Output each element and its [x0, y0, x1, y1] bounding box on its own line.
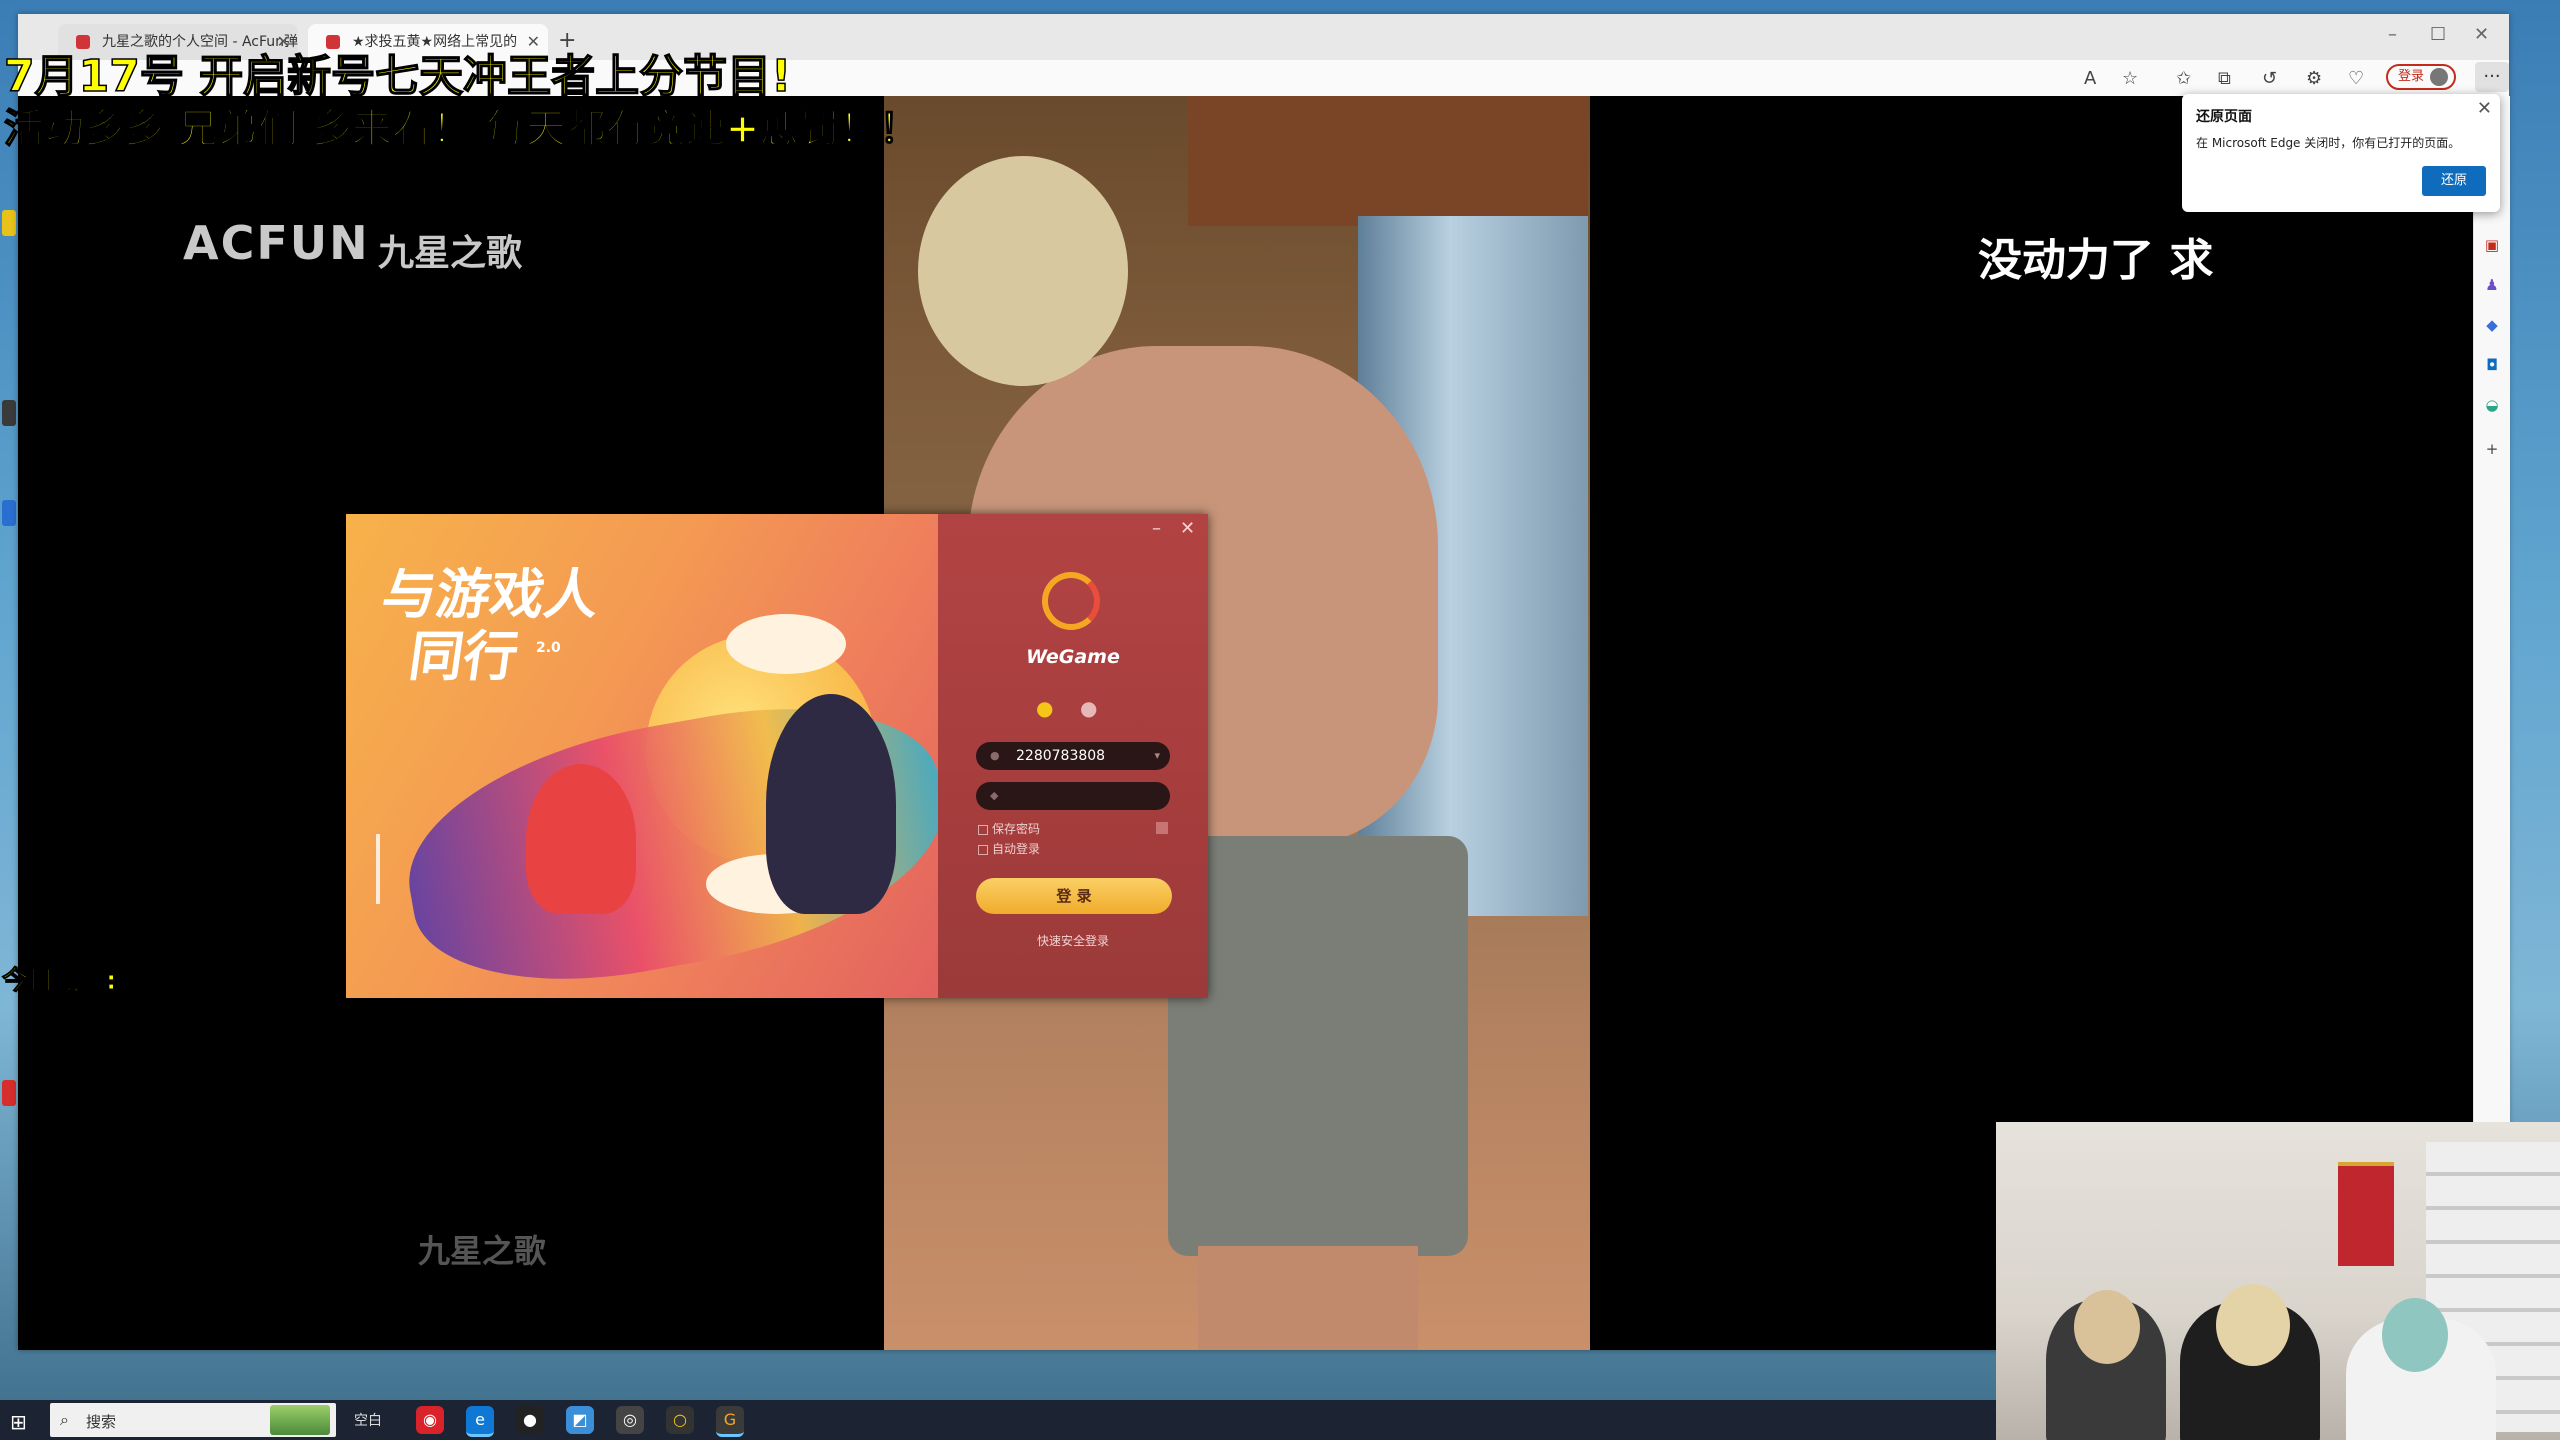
office-icon[interactable]: ◆: [2483, 316, 2501, 334]
extensions-icon[interactable]: ⚙: [2306, 68, 2322, 89]
chevron-down-icon[interactable]: ▾: [1154, 742, 1160, 770]
close-icon[interactable]: ✕: [2477, 98, 2492, 119]
login-button[interactable]: 登 录: [976, 878, 1172, 914]
desktop-shortcut-icon[interactable]: [2, 400, 16, 426]
checkbox-label: 自动登录: [992, 842, 1041, 856]
wegame-login-panel: – ✕ WeGame ● ● ● 2280783808 ▾ ◆ 保存密码 自动登…: [938, 514, 1208, 998]
steam-icon[interactable]: ◎: [616, 1406, 644, 1434]
desktop-shortcut-icon[interactable]: [2, 500, 16, 526]
close-icon[interactable]: ✕: [1180, 518, 1195, 539]
acfun-logo: ACFUN: [183, 216, 370, 270]
outlook-icon[interactable]: ◘: [2483, 356, 2501, 374]
slogan-line: 同行: [405, 625, 523, 688]
user-icon: ●: [990, 749, 1000, 762]
desktop-shortcut-icon[interactable]: [2, 1080, 16, 1106]
windows-start-icon[interactable]: ⊞: [10, 1410, 27, 1434]
streamer-head: [2216, 1284, 2290, 1366]
checkbox-icon: [978, 844, 988, 855]
favorites-icon[interactable]: ✩: [2176, 68, 2191, 89]
video-scene: [1188, 96, 1588, 226]
webcam-overlay: [1996, 1122, 2560, 1440]
streamer-head: [2382, 1298, 2448, 1372]
video-person: [918, 156, 1128, 386]
desktop-shortcut-icon[interactable]: [2, 210, 16, 236]
video-person: [1198, 1246, 1418, 1350]
search-icon: ⌕: [60, 1410, 69, 1429]
login-label: 登录: [2398, 69, 2425, 84]
collections-icon[interactable]: ⧉: [2218, 68, 2231, 89]
more-menu-button[interactable]: ···: [2475, 62, 2509, 92]
wegame-brand: WeGame: [1026, 646, 1120, 668]
search-highlight-image: [270, 1405, 330, 1435]
account-value: 2280783808: [1016, 748, 1106, 764]
maximize-icon[interactable]: ☐: [2430, 24, 2446, 45]
wegame-taskbar-icon[interactable]: G: [716, 1406, 744, 1437]
browser-essentials-icon[interactable]: ♡: [2348, 68, 2364, 89]
taskbar: ⊞ ⌕ 搜索 空白 ◉ e ● ◩ ◎ ○ G: [0, 1400, 1996, 1440]
drop-icon[interactable]: ◒: [2483, 396, 2501, 414]
restore-pages-popup: 还原页面 在 Microsoft Edge 关闭时，你有已打开的页面。 ✕ 还原: [2182, 94, 2500, 212]
wegame-logo-icon: [1042, 572, 1100, 630]
quick-login-link[interactable]: 快速安全登录: [938, 932, 1208, 949]
art-character: [526, 764, 636, 914]
wegame-login-window: 与游戏人 同行 2.0 – ✕ WeGame ● ● ● 2280783808 …: [346, 514, 1208, 998]
wegame-artwork: 与游戏人 同行 2.0: [346, 514, 938, 998]
streamer-head: [2074, 1290, 2140, 1364]
shopping-icon[interactable]: ▣: [2483, 236, 2501, 254]
art-character: [766, 694, 896, 914]
checkbox-icon: [978, 824, 988, 835]
today-stats-label: 今日战绩:: [1, 966, 117, 997]
save-password-checkbox[interactable]: 保存密码: [978, 820, 1040, 837]
avatar: [2430, 68, 2448, 86]
channel-watermark: 九星之歌: [378, 233, 523, 274]
right-overlay-text: 没动力了 求: [1978, 235, 2214, 286]
minimize-icon[interactable]: –: [1152, 518, 1161, 539]
taskbar-search[interactable]: ⌕ 搜索: [50, 1403, 336, 1437]
qq-icon[interactable]: ●: [516, 1406, 544, 1434]
edge-icon[interactable]: e: [466, 1406, 494, 1437]
account-field[interactable]: ● 2280783808 ▾: [976, 742, 1170, 770]
wegame-version: 2.0: [536, 640, 561, 656]
read-aloud-icon[interactable]: A: [2084, 68, 2096, 89]
checkbox-label: 保存密码: [992, 822, 1041, 836]
add-icon[interactable]: +: [2483, 440, 2501, 458]
stream-banner-line2: 活动多多 兄弟们 多来看！ 每天都有竞速+惩罚！！: [3, 105, 920, 153]
wegame-slogan: 与游戏人 同行: [369, 563, 603, 688]
popup-title: 还原页面: [2196, 109, 2252, 125]
auto-login-checkbox[interactable]: 自动登录: [978, 840, 1040, 857]
popup-message: 在 Microsoft Edge 关闭时，你有已打开的页面。: [2196, 136, 2461, 150]
wall-banner: [2338, 1162, 2394, 1266]
profile-login-button[interactable]: 登录: [2386, 64, 2456, 90]
password-field[interactable]: ◆: [976, 782, 1170, 810]
favorite-star-icon[interactable]: ☆: [2122, 68, 2138, 89]
restore-button[interactable]: 还原: [2422, 166, 2486, 196]
video-person: [1168, 836, 1468, 1256]
stream-banner-line1: 7月17号 开启新号七天冲王者上分节目!: [3, 50, 792, 103]
search-placeholder: 搜索: [86, 1413, 117, 1431]
bottom-watermark: 九星之歌: [418, 1232, 547, 1270]
wechat-login-icon[interactable]: ●: [1080, 696, 1097, 720]
taskbar-empty-label: 空白: [354, 1413, 382, 1429]
netease-music-icon[interactable]: ◉: [416, 1406, 444, 1434]
slogan-line: 与游戏人: [378, 563, 603, 626]
loading-indicator: [376, 834, 380, 904]
minimize-icon[interactable]: –: [2388, 24, 2397, 45]
app-icon[interactable]: ◩: [566, 1406, 594, 1434]
games-icon[interactable]: ♟: [2483, 276, 2501, 294]
art-cloud: [726, 614, 846, 674]
history-icon[interactable]: ↺: [2262, 68, 2277, 89]
lock-icon: ◆: [990, 789, 999, 802]
qq-login-icon[interactable]: ●: [1036, 696, 1053, 720]
app-icon[interactable]: ○: [666, 1406, 694, 1434]
close-window-icon[interactable]: ✕: [2474, 24, 2489, 45]
keyboard-icon[interactable]: [1156, 822, 1168, 834]
